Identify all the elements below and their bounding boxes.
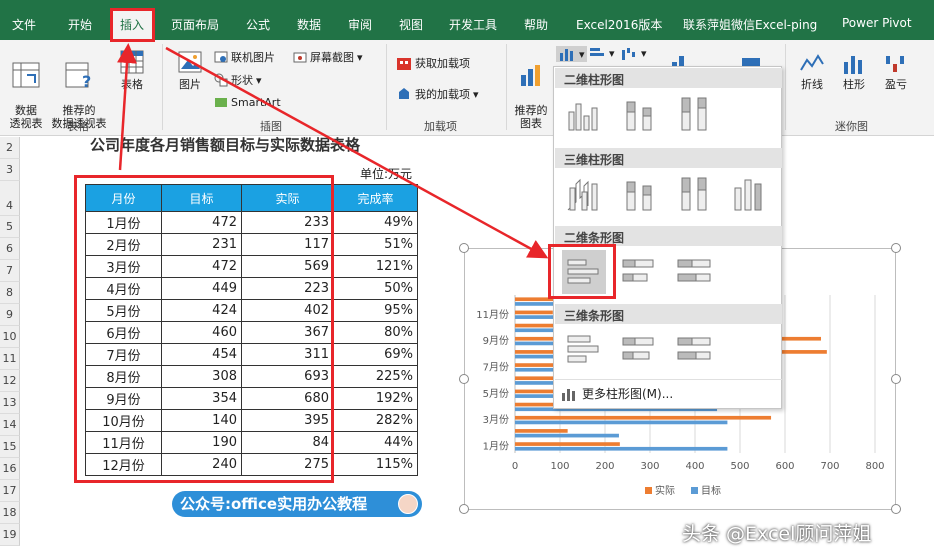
watermark: 头条 @Excel顾问萍姐 <box>682 523 872 545</box>
arrow-to-bar-chart <box>165 46 549 259</box>
annotation-arrows <box>117 43 549 259</box>
arrow-to-insert-tab <box>117 43 137 171</box>
